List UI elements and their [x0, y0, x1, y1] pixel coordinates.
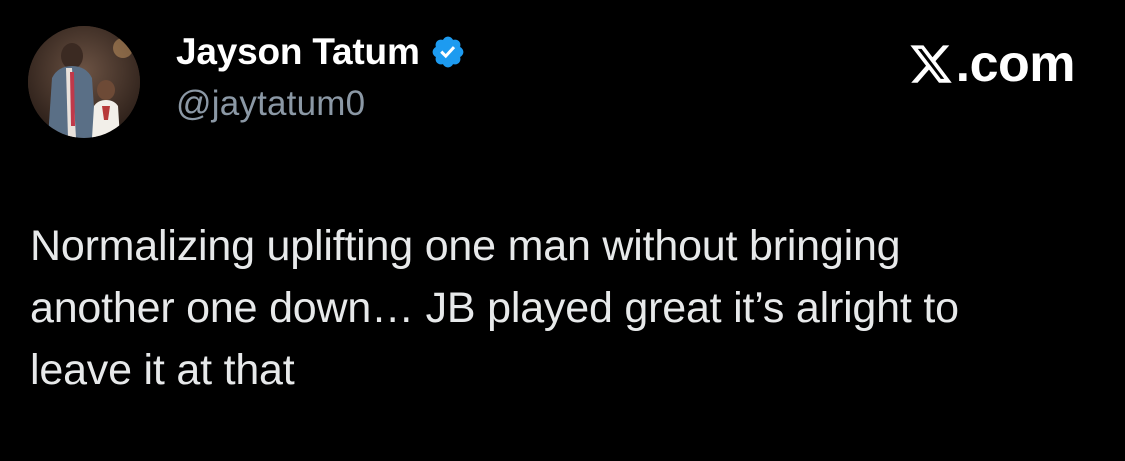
verified-badge-icon	[430, 34, 466, 70]
x-logo-icon	[908, 41, 954, 87]
tweet-text-line: another one down… JB played great it’s a…	[30, 284, 959, 332]
site-logo: .com	[908, 34, 1076, 94]
author-handle[interactable]: @jaytatum0	[176, 84, 365, 124]
site-domain-text: .com	[955, 35, 1076, 93]
author-name[interactable]: Jayson Tatum	[176, 31, 420, 73]
tweet-card: Jayson Tatum @jaytatum0 .com Normalizing…	[0, 0, 1125, 461]
avatar[interactable]	[28, 26, 140, 138]
tweet-text-line: leave it at that	[30, 346, 295, 394]
tweet-text: Normalizing uplifting one man without br…	[30, 215, 1090, 401]
author-name-row: Jayson Tatum	[176, 30, 466, 74]
avatar-photo	[28, 26, 140, 138]
tweet-text-line: Normalizing uplifting one man without br…	[30, 222, 901, 270]
